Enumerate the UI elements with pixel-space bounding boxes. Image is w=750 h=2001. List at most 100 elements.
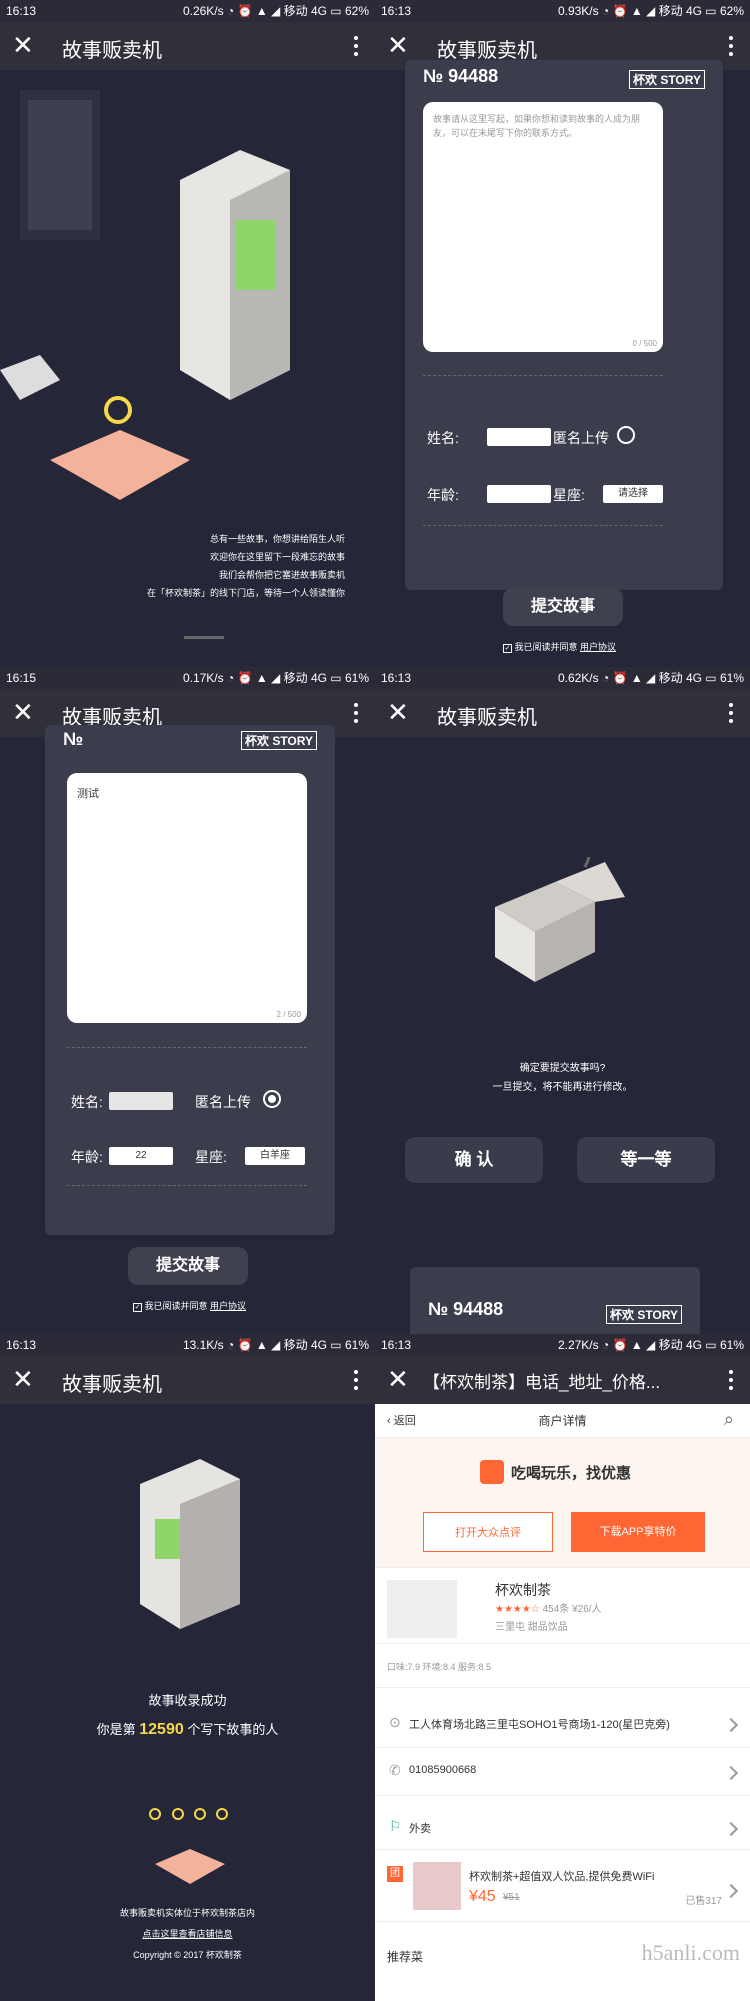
- intro-line: 欢迎你在这里留下一段难忘的故事: [209, 552, 345, 562]
- status-net: 0.26K/s: [182, 4, 224, 18]
- vending-machine-icon: [140, 1459, 240, 1629]
- more-icon[interactable]: [351, 699, 361, 727]
- zodiac-select[interactable]: 白羊座: [245, 1147, 305, 1165]
- title-bar: ✕ 故事贩卖机: [375, 689, 750, 737]
- divider: [423, 525, 663, 526]
- count-prefix: 你是第: [96, 1722, 136, 1737]
- name-input[interactable]: [487, 428, 551, 446]
- chevron-right-icon: [723, 1717, 739, 1733]
- status-bar: 16:13 13.1K/s ◔ ⏰ ▲ ◢ 移动 4G ▭ 61%: [0, 1334, 375, 1356]
- phone-row[interactable]: ✆ 01085900668: [375, 1748, 750, 1796]
- more-icon[interactable]: [351, 1366, 361, 1394]
- status-right: 0.17K/s ◔ ⏰ ▲ ◢ 移动 4G ▭ 61%: [182, 671, 369, 685]
- story-textarea[interactable]: 故事请从这里写起，如果你想和读到故事的人成为朋友，可以在末尾写下你的联系方式。 …: [423, 102, 663, 352]
- avg-price: ¥26/人: [572, 1604, 602, 1615]
- anon-radio[interactable]: [263, 1090, 281, 1108]
- status-bar: 16:13 2.27K/s ◔ ⏰ ▲ ◢ 移动 4G ▭ 61%: [375, 1334, 750, 1356]
- close-icon[interactable]: ✕: [387, 32, 413, 58]
- status-time: 16:13: [6, 4, 37, 18]
- submit-story-button[interactable]: 提交故事: [128, 1247, 248, 1285]
- recommend-row: 推荐菜 h5anli.com: [375, 1932, 750, 2001]
- search-icon[interactable]: ⌕: [724, 1409, 734, 1430]
- brand-logo: 杯欢 STORY: [628, 70, 705, 89]
- story-count: 你是第 12590 个写下故事的人: [0, 1719, 375, 1739]
- group-deal-icon: 团: [387, 1866, 403, 1882]
- close-icon[interactable]: ✕: [12, 699, 38, 725]
- address-row[interactable]: ⊙ 工人体育场北路三里屯SOHO1号商场1-120(星巴克旁): [375, 1702, 750, 1748]
- status-time: 16:13: [381, 1338, 412, 1352]
- title-bar: ✕ 【杯欢制茶】电话_地址_价格...: [375, 1356, 750, 1404]
- takeout-row[interactable]: ⚐ 外卖: [375, 1806, 750, 1850]
- deal-row[interactable]: 团 杯欢制茶+超值双人饮品,提供免费WiFi ¥45 ¥51 已售317: [375, 1856, 750, 1922]
- score-row: 口味:7.9 环境:8.4 服务:8.5: [375, 1648, 750, 1688]
- status-right: 13.1K/s ◔ ⏰ ▲ ◢ 移动 4G ▭ 61%: [182, 1338, 369, 1352]
- intro-line: 我们会帮你把它塞进故事贩卖机: [218, 570, 345, 580]
- deal-original-price: ¥51: [503, 1892, 520, 1903]
- anon-radio[interactable]: [617, 426, 635, 444]
- close-icon[interactable]: ✕: [387, 699, 413, 725]
- status-battery: 62%: [719, 4, 744, 18]
- shop-area: 三里屯 甜品饮品: [495, 1622, 568, 1633]
- status-net: 0.62K/s: [557, 671, 599, 685]
- confirm-button[interactable]: 确 认: [405, 1137, 543, 1183]
- status-net: 2.27K/s: [557, 1338, 599, 1352]
- story-text: 测试: [77, 788, 99, 800]
- ticket-number: №: [63, 729, 84, 749]
- more-icon[interactable]: [726, 699, 736, 727]
- story-textarea[interactable]: 测试 2 / 500: [67, 773, 307, 1023]
- agree-text: 我已阅读并同意: [144, 1301, 208, 1311]
- intro-line: 总有一些故事，你想讲给陌生人听: [209, 534, 345, 544]
- swipe-hint[interactable]: [184, 636, 224, 639]
- page-title: 【杯欢制茶】电话_地址_价格...: [423, 1373, 661, 1392]
- wait-button[interactable]: 等一等: [577, 1137, 715, 1183]
- agree-link[interactable]: 用户协议: [210, 1301, 246, 1311]
- zodiac-select[interactable]: 请选择: [603, 485, 663, 503]
- count-suffix: 个写下故事的人: [187, 1722, 279, 1737]
- status-carrier: 移动 4G: [283, 1338, 327, 1352]
- title-bar: ✕ 故事贩卖机: [0, 22, 375, 70]
- phone-icon: ✆: [389, 1762, 401, 1778]
- more-icon[interactable]: [351, 32, 361, 60]
- status-time: 16:13: [381, 4, 412, 18]
- status-battery: 61%: [344, 1338, 369, 1352]
- agreement: ✓ 我已阅读并同意 用户协议: [133, 1299, 246, 1312]
- agree-link[interactable]: 用户协议: [580, 642, 616, 652]
- submit-story-button[interactable]: 提交故事: [503, 588, 623, 626]
- takeout-label: 外卖: [409, 1823, 431, 1835]
- agreement: ✓ 我已阅读并同意 用户协议: [503, 640, 616, 653]
- agree-checkbox[interactable]: ✓: [133, 1303, 142, 1312]
- close-icon[interactable]: ✕: [12, 32, 38, 58]
- box-illustration: [495, 857, 625, 982]
- recommend-title: 推荐菜: [387, 1950, 424, 1964]
- agree-checkbox[interactable]: ✓: [503, 644, 512, 653]
- download-app-button[interactable]: 下载APP享特价: [571, 1512, 705, 1552]
- shop-info-link[interactable]: 点击这里查看店铺信息: [0, 1927, 375, 1940]
- brand-logo: 杯欢 STORY: [240, 731, 317, 750]
- brand-logo: 杯欢 STORY: [605, 1305, 682, 1324]
- status-bar: 16:15 0.17K/s ◔ ⏰ ▲ ◢ 移动 4G ▭ 61%: [0, 667, 375, 689]
- age-input[interactable]: [487, 485, 551, 503]
- agree-text: 我已阅读并同意: [514, 642, 578, 652]
- status-net: 0.17K/s: [182, 671, 224, 685]
- close-icon[interactable]: ✕: [12, 1366, 38, 1392]
- footer-line: 故事贩卖机实体位于杯欢制茶店内: [119, 1908, 255, 1918]
- nav-header: ‹ 返回 商户详情 ⌕: [375, 1404, 750, 1438]
- shop-avatar[interactable]: [387, 1580, 457, 1638]
- close-icon[interactable]: ✕: [387, 1366, 413, 1392]
- intro-line: 在「杯欢制茶」的线下门店，等待一个人领读懂你: [146, 588, 345, 598]
- shop-name: 杯欢制茶: [495, 1582, 551, 1598]
- page-title: 故事贩卖机: [437, 707, 537, 729]
- status-time: 16:13: [381, 671, 412, 685]
- status-bar: 16:13 0.26K/s ◔ ⏰ ▲ ◢ 移动 4G ▭ 62%: [0, 0, 375, 22]
- more-icon[interactable]: [726, 32, 736, 60]
- status-carrier: 移动 4G: [283, 671, 327, 685]
- status-battery: 62%: [344, 4, 369, 18]
- panel-write-story: 16:13 0.93K/s ◔ ⏰ ▲ ◢ 移动 4G ▭ 62% ✕ 故事贩卖…: [375, 0, 750, 667]
- more-icon[interactable]: [726, 1366, 736, 1394]
- copyright: Copyright © 2017 杯欢制茶: [133, 1950, 242, 1960]
- deal-price: ¥45: [469, 1888, 496, 1905]
- name-input[interactable]: [109, 1092, 173, 1110]
- age-input[interactable]: 22: [109, 1147, 173, 1165]
- open-app-button[interactable]: 打开大众点评: [423, 1512, 553, 1552]
- page-title: 故事贩卖机: [62, 1374, 162, 1396]
